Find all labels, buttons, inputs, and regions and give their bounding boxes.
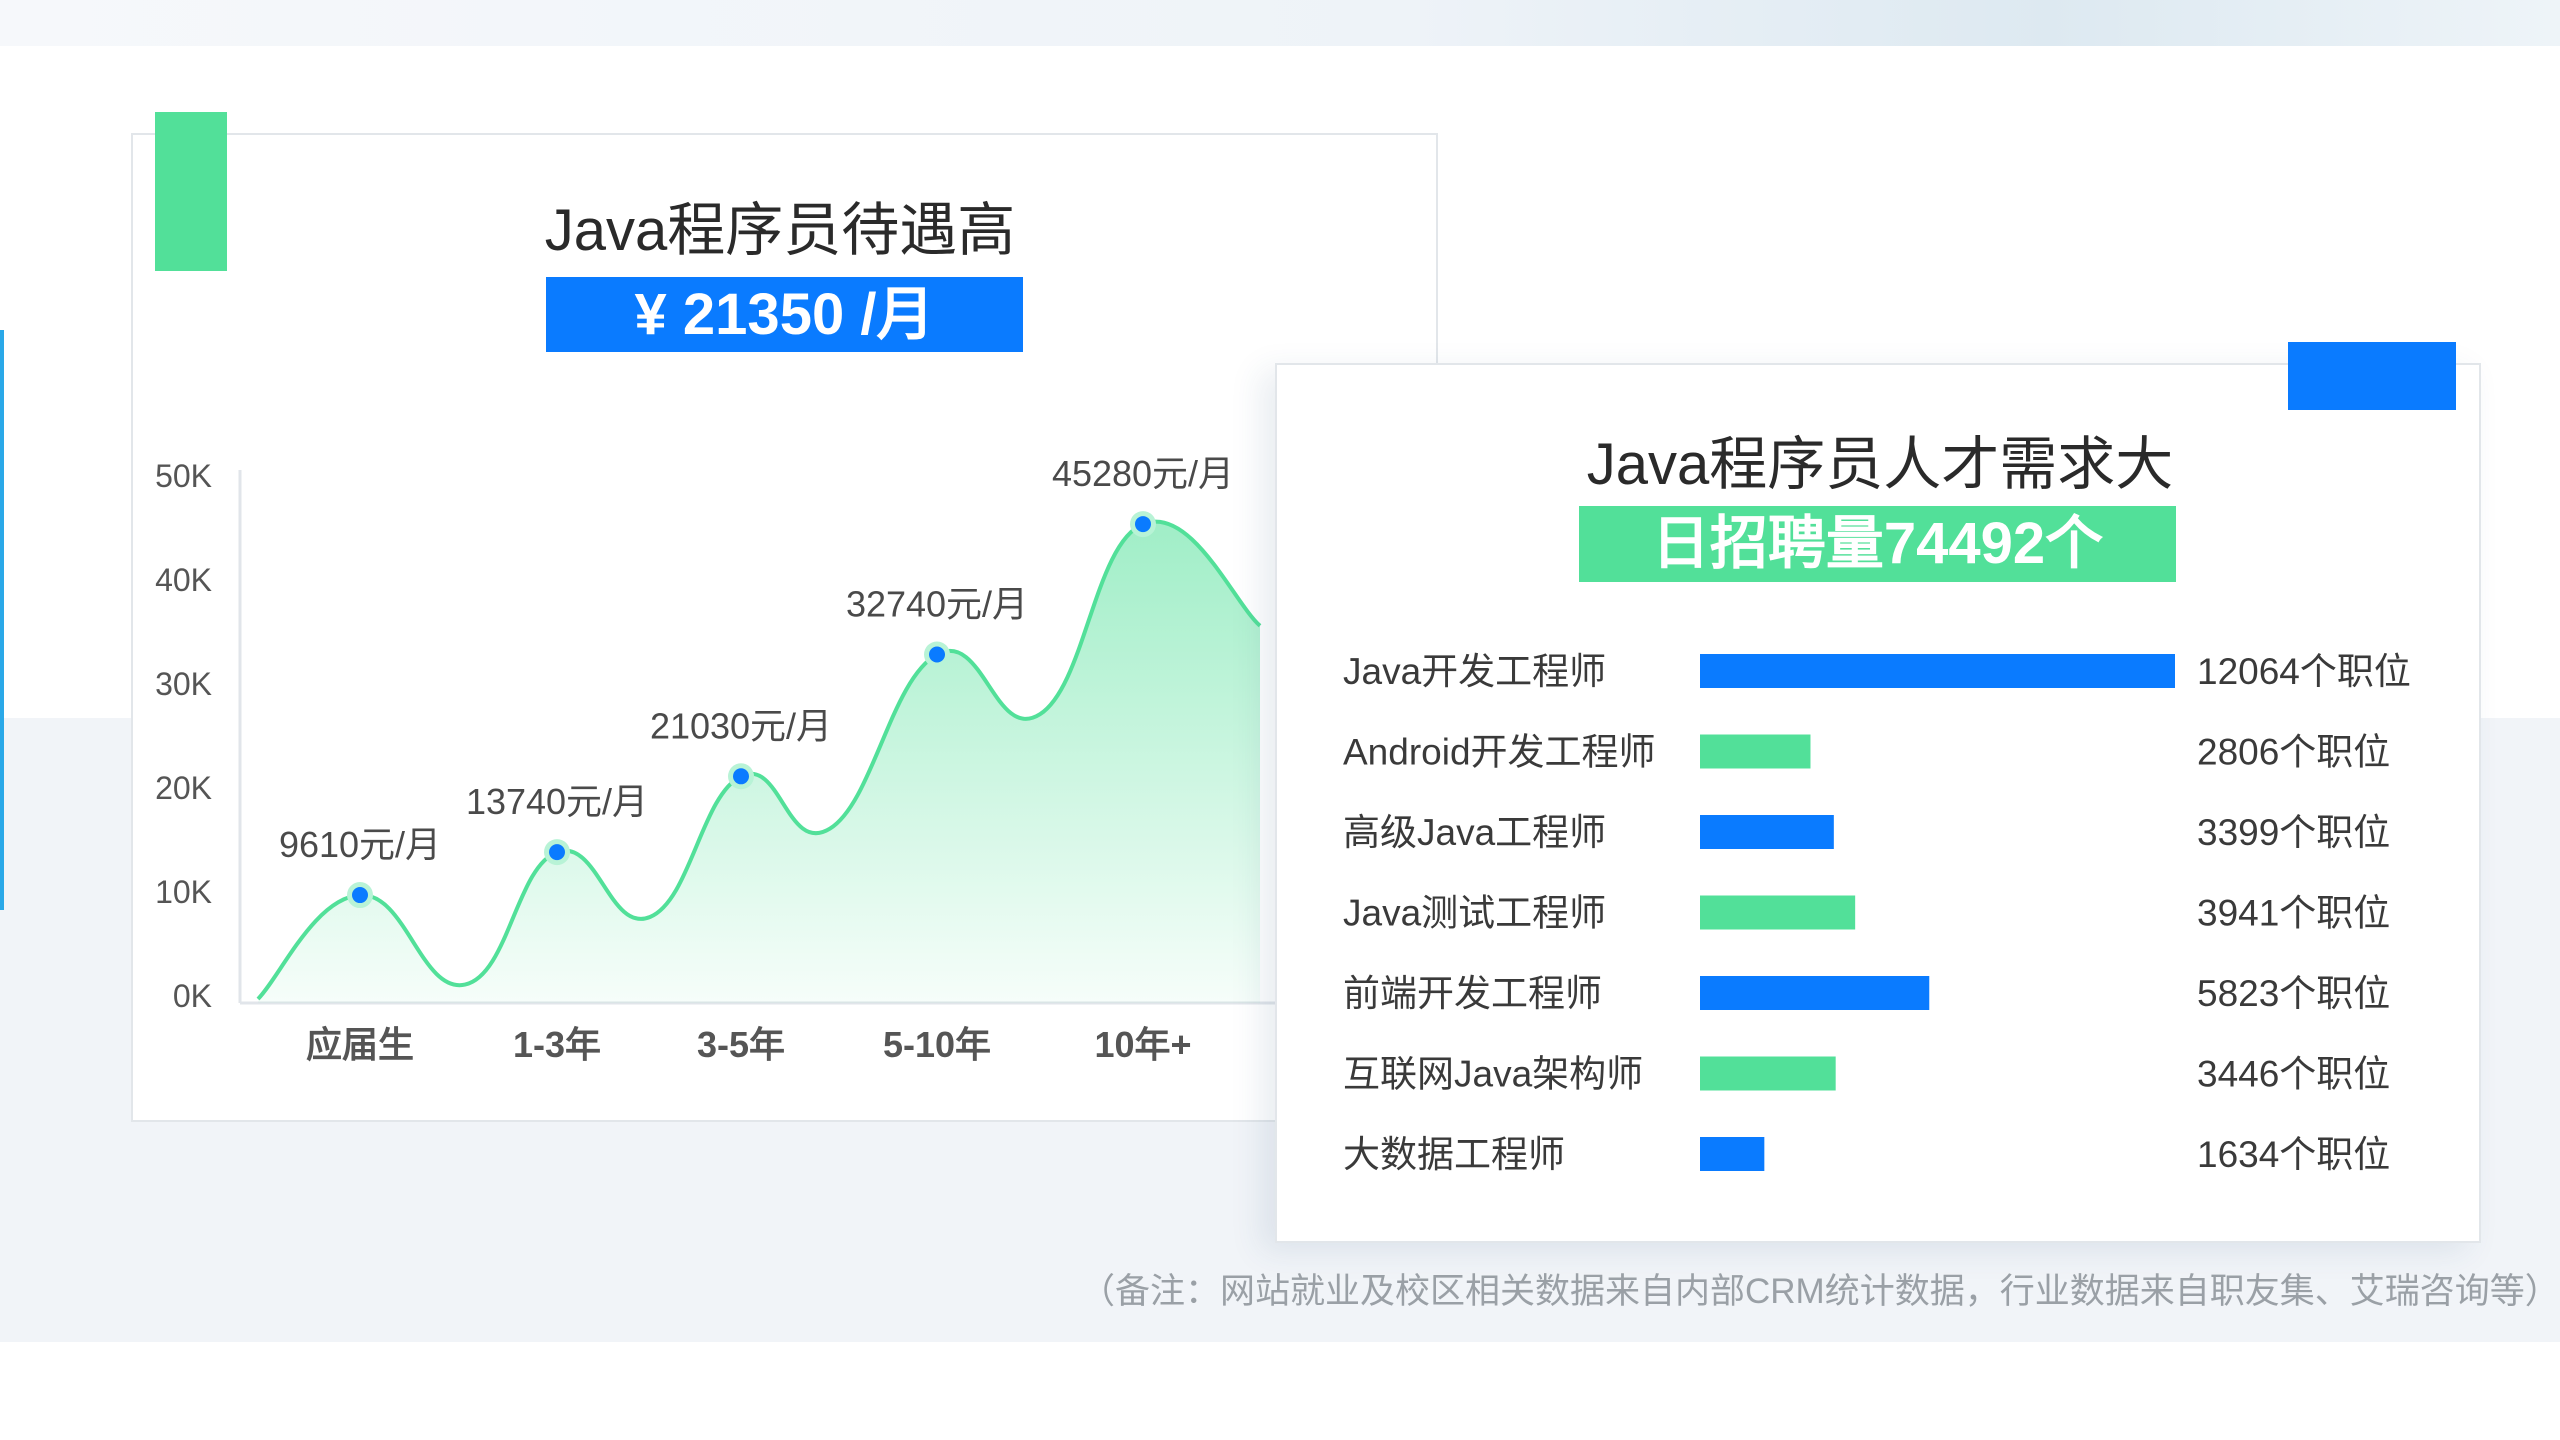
job-count-label: 5823个职位 [2197, 973, 2390, 1014]
job-bar [1700, 1137, 1765, 1171]
demand-title: Java程序员人才需求大 [1586, 432, 2174, 497]
job-count-label: 3399个职位 [2197, 812, 2390, 853]
job-count-label: 3446个职位 [2197, 1054, 2390, 1095]
job-bar [1700, 815, 1834, 849]
x-tick-label: 5-10年 [883, 1024, 991, 1065]
job-count-label: 12064个职位 [2197, 651, 2411, 692]
job-bar [1700, 654, 2175, 688]
x-tick-label: 1-3年 [513, 1024, 601, 1065]
x-tick-label: 应届生 [306, 1024, 414, 1065]
footnote: （备注：网站就业及校区相关数据来自内部CRM统计数据，行业数据来自职友集、艾瑞咨… [1080, 1272, 2560, 1311]
x-tick-label: 10年+ [1094, 1024, 1191, 1065]
data-label: 45280元/月 [1052, 453, 1234, 494]
job-bar [1700, 976, 1930, 1010]
job-count-label: 1634个职位 [2197, 1134, 2390, 1175]
job-category-label: 高级Java工程师 [1343, 812, 1606, 853]
data-label: 21030元/月 [650, 705, 832, 746]
data-label: 32740元/月 [846, 584, 1028, 625]
y-tick-label: 10K [155, 874, 212, 910]
x-tick-label: 3-5年 [697, 1024, 785, 1065]
job-category-label: 前端开发工程师 [1343, 973, 1602, 1014]
job-bar [1700, 1056, 1836, 1091]
y-tick-label: 20K [155, 770, 212, 806]
y-tick-label: 50K [155, 458, 212, 494]
data-point [1135, 516, 1151, 533]
job-bar [1700, 734, 1811, 769]
job-openings-bar-chart: Java开发工程师 12064个职位 Android开发工程师 2806个职位高级Ja… [1343, 651, 2411, 1175]
salary-line-chart: 0K 10K 20K 30K 40K 50K 9610元/月应届生 13740元/月 1-3年 2… [155, 453, 1285, 1065]
data-point [929, 646, 945, 663]
green-accent-tab [155, 112, 227, 271]
top-background-band [0, 0, 2560, 46]
salary-title: Java程序员待遇高 [544, 198, 1016, 263]
job-category-label: Java开发工程师 [1343, 651, 1606, 692]
job-category-label: 互联网Java架构师 [1343, 1054, 1643, 1095]
average-salary-banner: ¥ 21350 /月 [546, 277, 1023, 352]
data-point [549, 844, 565, 861]
job-bar [1700, 895, 1856, 930]
daily-hiring-banner: 日招聘量74492个 [1579, 506, 2176, 582]
blue-accent-tab [2288, 342, 2456, 410]
slide: Java程序员待遇高 ¥ 21350 /月 0K 10K 20K 30K 40K 50K 9… [0, 0, 2560, 1440]
job-category-label: 大数据工程师 [1343, 1134, 1565, 1175]
y-tick-label: 0K [173, 978, 212, 1014]
job-category-label: Android开发工程师 [1343, 732, 1656, 773]
job-category-label: Java测试工程师 [1343, 893, 1606, 934]
y-tick-label: 40K [155, 562, 212, 598]
data-point [352, 887, 368, 904]
job-count-label: 2806个职位 [2197, 732, 2390, 773]
data-label: 13740元/月 [466, 781, 648, 822]
data-label: 9610元/月 [279, 824, 441, 865]
data-point [733, 768, 749, 785]
job-count-label: 3941个职位 [2197, 893, 2390, 934]
left-edge-accent [0, 330, 4, 910]
y-tick-label: 30K [155, 666, 212, 702]
